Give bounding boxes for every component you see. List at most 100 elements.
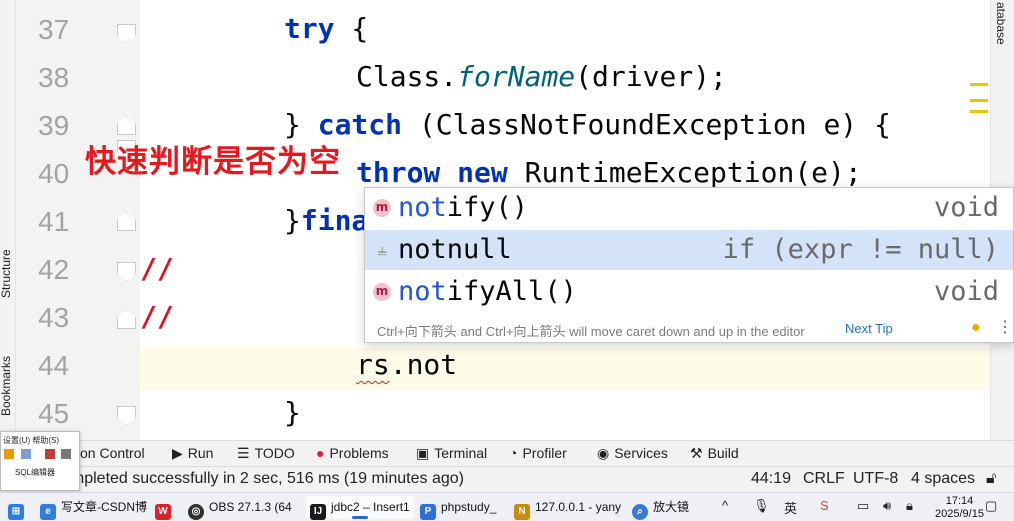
services-button[interactable]: ◉ Services — [597, 445, 668, 462]
status-bar: ompleted successfully in 2 sec, 516 ms (… — [0, 466, 1014, 492]
mini-menu[interactable]: 设置(U) 帮助(S) — [3, 435, 59, 446]
problems-button[interactable]: ● Problems — [316, 445, 389, 461]
code-line-41: }fina — [284, 204, 369, 237]
obs-icon: ◎ — [188, 504, 204, 520]
taskbar-item-active[interactable]: IJ jdbc2 – Insert1 — [306, 496, 414, 520]
windows-taskbar: ⊞ e 写文章-CSDN博 W ◎ OBS 27.1.3 (64 IJ jdbc2 –… — [0, 492, 1014, 521]
sogou-icon[interactable]: S — [820, 498, 829, 513]
terminal-button[interactable]: ▣ Terminal — [416, 445, 487, 462]
todo-button[interactable]: ☰ TODO — [237, 445, 295, 462]
taskbar-item[interactable]: e 写文章-CSDN博 — [40, 496, 147, 520]
file-encoding[interactable]: UTF-8 — [853, 470, 898, 488]
code-line-40: throw new RuntimeException(e); — [356, 156, 862, 189]
current-line-highlight — [140, 348, 990, 390]
line-number: 43 — [38, 302, 70, 333]
overlay-caption: 快速判断是否为空 — [85, 144, 341, 180]
warning-marker[interactable] — [970, 99, 988, 102]
windows-icon: ⊞ — [8, 504, 24, 520]
code-line-39: } catch (ClassNotFoundException e) { — [284, 108, 891, 141]
method-icon: m — [373, 283, 391, 301]
line-number: 38 — [38, 62, 70, 93]
structure-tab[interactable]: Structure — [0, 249, 13, 298]
tool-icon[interactable] — [45, 449, 55, 459]
edge-icon: e — [40, 504, 56, 520]
clock-date: 2025/9/15 — [935, 508, 984, 520]
error-icon: ● — [316, 445, 325, 461]
status-message[interactable]: ompleted successfully in 2 sec, 516 ms (… — [62, 470, 464, 488]
more-options-icon[interactable]: ⋮ — [997, 317, 1013, 337]
method-icon: m — [373, 199, 391, 217]
completion-item[interactable]: m notify() void — [365, 188, 1013, 228]
chevron-up-icon[interactable]: ^ — [722, 498, 728, 513]
code-line-38: Class.forName(driver); — [356, 60, 727, 93]
clock-time: 17:14 — [945, 495, 974, 507]
tool-icon[interactable] — [4, 449, 14, 459]
line-separator[interactable]: CRLF — [803, 470, 845, 488]
line-number: 44 — [38, 350, 70, 381]
code-completion-popup: m notify() void ⫨ notnull if (expr != nu… — [364, 187, 1014, 343]
line-number: 37 — [38, 14, 70, 45]
phpstudy-icon: P — [420, 504, 436, 520]
taskbar-item[interactable]: Pphpstudy_ — [420, 496, 496, 520]
tool-icon[interactable] — [21, 449, 31, 459]
terminal-icon: ▣ — [416, 445, 430, 461]
display-icon[interactable]: ▭ — [857, 498, 869, 514]
indent-setting[interactable]: 4 spaces — [911, 470, 975, 488]
profiler-button[interactable]: ◔ Profiler — [509, 445, 567, 461]
completion-hint: Ctrl+向下箭头 and Ctrl+向上箭头 will move caret … — [377, 324, 805, 339]
lightbulb-icon[interactable]: ● — [971, 319, 981, 337]
taskbar-item[interactable]: N 127.0.0.1 - yany — [514, 496, 621, 520]
lock-icon[interactable]: 🔒︎ — [906, 498, 913, 514]
lock-icon[interactable]: 🔓︎ — [986, 470, 996, 488]
completion-type: void — [933, 276, 999, 307]
notification-icon[interactable]: ▢ — [985, 498, 997, 514]
code-line-45: } — [284, 396, 301, 429]
database-tab[interactable]: atabase — [994, 2, 1008, 45]
bookmarks-tab[interactable]: Bookmarks — [0, 356, 13, 416]
list-icon: ☰ — [237, 445, 250, 461]
caret-position[interactable]: 44:19 — [751, 470, 791, 488]
floating-mini-window[interactable]: 设置(U) 帮助(S) SQL编辑器 — [0, 431, 80, 491]
mini-label: SQL编辑器 — [15, 468, 56, 477]
taskbar-item[interactable]: W — [155, 496, 176, 520]
left-tool-stripe: Structure Bookmarks — [0, 0, 16, 440]
taskbar-item[interactable]: ◎ OBS 27.1.3 (64 — [188, 496, 292, 520]
code-line-42: // — [140, 252, 174, 285]
line-number: 42 — [38, 254, 70, 285]
completion-item[interactable]: m notifyAll() void — [365, 272, 1013, 312]
warning-marker[interactable] — [970, 110, 988, 113]
completion-item-selected[interactable]: ⫨ notnull if (expr != null) — [365, 230, 1013, 270]
system-clock[interactable]: 17:14 2025/9/15 — [935, 495, 984, 521]
version-control-button[interactable]: on Control — [80, 445, 145, 461]
warning-marker[interactable] — [970, 83, 988, 86]
code-line-37: try { — [284, 12, 369, 45]
run-button[interactable]: ▶ Run — [172, 445, 213, 462]
line-number: 45 — [38, 398, 70, 429]
run-icon: ▶ — [172, 445, 183, 461]
intellij-icon: IJ — [310, 504, 326, 520]
volume-icon[interactable]: 🔊︎ — [883, 498, 891, 514]
taskbar-item[interactable]: ⌕ 放大镜 — [632, 496, 689, 520]
code-line-43: // — [140, 300, 174, 333]
tool-icon[interactable] — [61, 449, 71, 459]
start-button[interactable]: ⊞ — [8, 496, 29, 520]
completion-type: if (expr != null) — [722, 234, 999, 265]
line-number: 39 — [38, 110, 70, 141]
line-number: 40 — [38, 158, 70, 189]
navicat-icon: N — [514, 504, 530, 520]
next-tip-link[interactable]: Next Tip — [845, 321, 893, 336]
completion-type: void — [933, 192, 999, 223]
code-line-44: rs.not — [356, 348, 458, 381]
completion-footer: Ctrl+向下箭头 and Ctrl+向上箭头 will move caret … — [365, 315, 1013, 343]
tool-window-bar: on Control ▶ Run ☰ TODO ● Problems ▣ Termina… — [0, 440, 1014, 466]
microphone-icon[interactable]: 🎙︎ — [753, 498, 770, 514]
magnifier-icon: ⌕ — [632, 504, 648, 520]
profiler-icon: ◔ — [509, 445, 518, 461]
ime-indicator[interactable]: 英 — [784, 498, 797, 517]
template-icon: ⫨ — [377, 240, 387, 259]
services-icon: ◉ — [597, 445, 610, 461]
hammer-icon: ⚒ — [690, 445, 703, 461]
line-number: 41 — [38, 206, 70, 237]
build-button[interactable]: ⚒ Build — [690, 445, 739, 462]
wps-icon: W — [155, 504, 171, 520]
